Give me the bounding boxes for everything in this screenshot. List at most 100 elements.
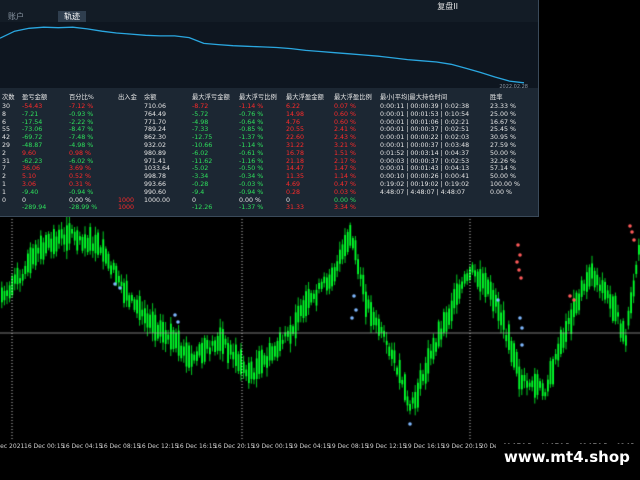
time-axis-label: 19 Dec 16:15 bbox=[404, 443, 445, 450]
stats-cell: 0.00 % bbox=[239, 196, 262, 204]
stats-cell bbox=[118, 181, 144, 189]
stats-cell: 5.10 bbox=[22, 173, 37, 181]
stats-cell: 1 bbox=[2, 188, 7, 196]
stats-cell bbox=[118, 134, 144, 142]
stats-cell: -0.34 % bbox=[239, 173, 264, 181]
stats-cell: -289.94 bbox=[22, 204, 47, 212]
stats-cell: 55 bbox=[2, 126, 11, 134]
stats-cell: 14.98 bbox=[286, 110, 305, 118]
stats-cell: 0:01:52 | 00:03:14 | 0:04:37 bbox=[380, 149, 470, 157]
stats-cell: 31.33 bbox=[286, 204, 305, 212]
stats-cell: 0.03 % bbox=[334, 188, 357, 196]
stats-cell: 0.31 % bbox=[69, 180, 92, 188]
stats-cell: 0.07 % bbox=[334, 103, 357, 110]
stats-cell: 11.35 bbox=[286, 173, 305, 181]
stats-cell: -5.72 bbox=[192, 110, 209, 118]
stats-cell: -69.72 bbox=[22, 134, 43, 142]
stats-cell: 993.66 bbox=[144, 180, 167, 188]
stats-cell: 1000.00 bbox=[144, 196, 171, 204]
stats-cell: 0.60 % bbox=[334, 118, 357, 126]
stats-cell: 30 bbox=[2, 103, 11, 110]
stats-cell: -4.98 % bbox=[69, 141, 94, 149]
stats-row: 1 3.06 0.31 % 993.66 -0.28 -0.03 % 4.69 0.47 % 0… bbox=[2, 181, 530, 189]
balance-curve-area bbox=[0, 22, 538, 88]
stats-cell: 998.78 bbox=[144, 173, 167, 181]
stats-cell: 50.00 % bbox=[490, 173, 517, 181]
stats-cell: -3.34 bbox=[192, 173, 209, 181]
stats-cell: 22.60 bbox=[286, 134, 305, 142]
stats-cell: 0:00:10 | 00:00:26 | 0:00:41 bbox=[380, 173, 470, 181]
stats-cell: -62.23 bbox=[22, 157, 43, 165]
stats-cell: 25.45 % bbox=[490, 126, 517, 134]
stats-cell: -48.87 bbox=[22, 141, 43, 149]
stats-cell bbox=[118, 158, 144, 166]
stats-cell: -17.54 bbox=[22, 118, 43, 126]
stats-cell: 1033.64 bbox=[144, 165, 171, 173]
stats-header: 盈亏金额 bbox=[22, 94, 48, 102]
stats-cell: 971.41 bbox=[144, 157, 167, 165]
stats-cell: 16.78 bbox=[286, 149, 305, 157]
stats-cell: 2.17 % bbox=[334, 157, 357, 165]
stats-header: 最大浮亏比例 bbox=[239, 94, 277, 102]
balance-date: 2022.02.28 bbox=[499, 84, 528, 90]
stats-cell bbox=[118, 189, 144, 197]
stats-cell: 980.89 bbox=[144, 149, 167, 157]
stats-row: 0 0 0.00 % 1000 1000.00 0 0.00 % 0 0.00 % bbox=[2, 197, 530, 205]
stats-cell: 3.21 % bbox=[334, 141, 357, 149]
stats-cell bbox=[380, 197, 490, 205]
stats-cell: 16.67 % bbox=[490, 118, 517, 126]
stats-cell: -10.66 bbox=[192, 141, 213, 149]
stats-cell: 0:00:01 | 00:01:06 | 0:02:21 bbox=[380, 118, 470, 126]
stats-row: 55 -73.06 -8.47 % 789.24 -7.33 -0.85 % 20.55 2.… bbox=[2, 126, 530, 134]
stats-cell: -12.75 bbox=[192, 134, 213, 142]
stats-cell: -2.22 % bbox=[69, 118, 94, 126]
stats-cell: -1.37 % bbox=[239, 134, 264, 142]
stats-cell: 9.60 bbox=[22, 149, 37, 157]
stats-cell: 3.06 bbox=[22, 180, 37, 188]
time-axis-label: 16 Dec 2021 bbox=[0, 443, 25, 450]
stats-cell: -0.03 % bbox=[239, 180, 264, 188]
stats-row: -289.94 -28.99 % 1000 -12.26 -1.37 % 31.33 3.3… bbox=[2, 204, 530, 212]
time-axis-label: 19 Dec 12:15 bbox=[366, 443, 407, 450]
time-axis-label: 19 Dec 20:15 bbox=[442, 443, 483, 450]
stats-cell: 31.22 bbox=[286, 141, 305, 149]
stats-cell: 789.24 bbox=[144, 126, 167, 134]
stats-cell: 50.00 % bbox=[490, 149, 517, 157]
stats-cell bbox=[118, 103, 144, 111]
stats-cell: 1.14 % bbox=[334, 173, 357, 181]
stats-table: 次数 盈亏金额 百分比% 出入金 余额 最大浮亏金额 最大浮亏比例 最大浮盈金额 最大浮盈比例最… bbox=[2, 93, 530, 212]
stats-header: 胜率 bbox=[490, 94, 503, 102]
stats-cell bbox=[490, 197, 530, 205]
stats-cell: 771.70 bbox=[144, 118, 167, 126]
stats-row: 2 9.60 0.98 % 980.89 -6.02 -0.61 % 16.78 1.51 %… bbox=[2, 150, 530, 158]
stats-cell: -54.43 bbox=[22, 103, 43, 110]
time-axis-label: 19 Dec 00:15 bbox=[252, 443, 293, 450]
time-axis-label: 16 Dec 00:15 bbox=[24, 443, 65, 450]
stats-row: 8 -7.21 -0.93 % 764.49 -5.72 -0.76 % 14.98 0.60… bbox=[2, 111, 530, 119]
stats-header: 最大浮盈比例 bbox=[334, 94, 372, 102]
stats-cell: 29 bbox=[2, 141, 11, 149]
stats-row: 6 -17.54 -2.22 % 771.70 -4.98 -0.64 % 4.76 0.60… bbox=[2, 119, 530, 127]
stats-cell: -11.62 bbox=[192, 157, 213, 165]
stats-cell: 6.22 bbox=[286, 103, 301, 110]
stats-cell: 0 bbox=[286, 196, 291, 204]
stats-cell: 23.33 % bbox=[490, 103, 517, 110]
stats-cell bbox=[118, 150, 144, 158]
time-axis-label: 19 Dec 04:15 bbox=[290, 443, 331, 450]
time-axis-label: 16 Dec 04:15 bbox=[62, 443, 103, 450]
stats-cell bbox=[118, 165, 144, 173]
stats-row: 31 -62.23 -6.02 % 971.41 -11.62 -1.16 % 21.18 2… bbox=[2, 158, 530, 166]
stats-cell: 32.26 % bbox=[490, 157, 517, 165]
stats-cell bbox=[490, 204, 530, 212]
stats-cell: 0.47 % bbox=[334, 180, 357, 188]
stats-cell: -7.48 % bbox=[69, 134, 94, 142]
tab-account[interactable]: 账户 bbox=[8, 11, 24, 22]
stats-cell: -0.28 bbox=[192, 180, 209, 188]
stats-cell: 0 bbox=[192, 196, 197, 204]
stats-cell: -73.06 bbox=[22, 126, 43, 134]
time-axis-label: 16 Dec 08:15 bbox=[100, 443, 141, 450]
time-axis-label: 19 Dec 08:15 bbox=[328, 443, 369, 450]
stats-cell: 2.43 % bbox=[334, 134, 357, 142]
stats-cell: 0.60 % bbox=[334, 110, 357, 118]
stats-cell: 0:00:03 | 00:00:37 | 0:02:53 bbox=[380, 157, 470, 165]
